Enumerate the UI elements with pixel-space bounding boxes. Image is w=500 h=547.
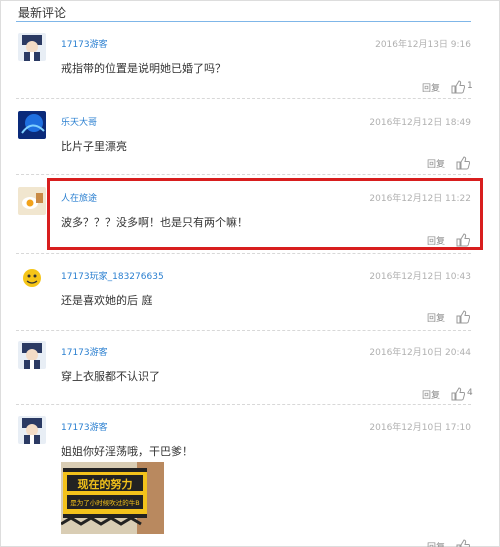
- reply-button[interactable]: 回复: [427, 311, 445, 324]
- comment-divider: [16, 404, 471, 405]
- comment-time: 2016年12月10日 20:44: [369, 348, 471, 358]
- photo-sign-line2: 是为了小时候吹过的牛B: [70, 498, 139, 507]
- avatar[interactable]: [18, 187, 46, 215]
- thumbs-up-icon[interactable]: [456, 155, 471, 170]
- comment-photo[interactable]: 现在的努力 是为了小时候吹过的牛B: [61, 462, 164, 534]
- avatar[interactable]: [18, 416, 46, 444]
- thumbs-up-icon[interactable]: [456, 538, 471, 547]
- comment-text: 比片子里漂亮: [61, 140, 127, 153]
- comment-time: 2016年12月12日 18:49: [369, 118, 471, 128]
- comment-text: 还是喜欢她的后 庭: [61, 294, 153, 307]
- reply-button[interactable]: 回复: [427, 540, 445, 547]
- avatar[interactable]: [18, 341, 46, 369]
- comment-text: 穿上衣服都不认识了: [61, 370, 160, 383]
- comment-item: 乐天大哥 2016年12月12日 18:49 比片子里漂亮 回复: [16, 111, 471, 171]
- photo-sign-line1: 现在的努力: [78, 477, 133, 491]
- comment-item: 17173游客 2016年12月10日 20:44 穿上衣服都不认识了 回复 4: [16, 341, 473, 401]
- like-count: 1: [467, 81, 473, 91]
- reply-button[interactable]: 回复: [422, 388, 440, 401]
- comment-divider: [16, 174, 471, 175]
- comment-username[interactable]: 乐天大哥: [61, 115, 97, 128]
- comment-text: 姐姐你好淫荡哦，干巴爹！: [61, 445, 193, 458]
- reply-button[interactable]: 回复: [422, 81, 440, 94]
- comment-username[interactable]: 17173玩家_183276635: [61, 269, 164, 282]
- section-title: 最新评论: [18, 6, 67, 20]
- comment-item: 17173玩家_183276635 2016年12月12日 10:43 还是喜欢…: [16, 265, 471, 325]
- avatar[interactable]: [18, 265, 46, 293]
- reply-button[interactable]: 回复: [427, 157, 445, 170]
- comment-username[interactable]: 17173游客: [61, 345, 108, 358]
- highlight-box: [47, 178, 483, 250]
- comment-time: 2016年12月10日 17:10: [369, 423, 471, 433]
- comment-text: 戒指带的位置是说明她已婚了吗？: [61, 62, 226, 75]
- thumbs-up-icon[interactable]: [451, 79, 466, 94]
- thumbs-up-icon[interactable]: [451, 386, 466, 401]
- avatar[interactable]: [18, 111, 46, 139]
- comment-item: 17173游客 2016年12月13日 9:16 戒指带的位置是说明她已婚了吗？…: [16, 33, 473, 94]
- comment-divider: [16, 330, 471, 331]
- comment-username[interactable]: 17173游客: [61, 37, 108, 50]
- comment-time: 2016年12月13日 9:16: [375, 40, 471, 50]
- like-count: 4: [467, 388, 473, 398]
- comment-divider: [16, 253, 471, 254]
- comment-time: 2016年12月12日 10:43: [369, 272, 471, 282]
- comment-divider: [16, 98, 471, 99]
- avatar[interactable]: [18, 33, 46, 61]
- thumbs-up-icon[interactable]: [456, 309, 471, 324]
- title-divider: [16, 21, 471, 22]
- comment-username[interactable]: 17173游客: [61, 420, 108, 433]
